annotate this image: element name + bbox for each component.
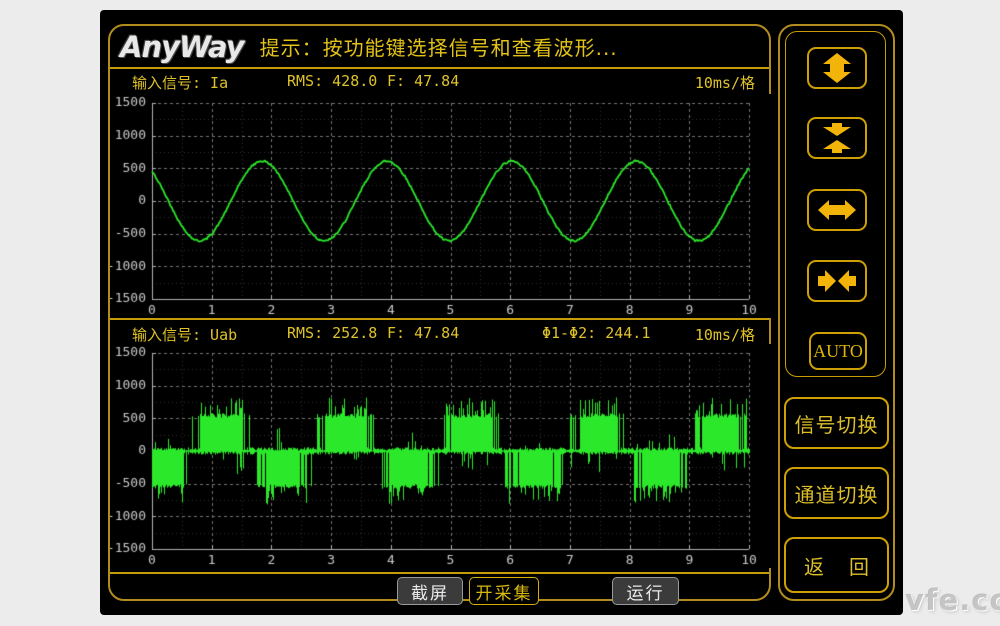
run-button[interactable]: 运行 [612,577,679,605]
back-label-right: 回 [849,551,869,580]
signal-info-top: 输入信号: Ia RMS: 428.0 F: 47.84 10ms/格 [110,68,769,94]
rms-value-label: RMS: 252.8 [287,324,377,342]
vertical-expand-button[interactable] [807,47,867,89]
prompt-message: 提示：按功能键选择信号和查看波形... [260,32,618,61]
signal-switch-button[interactable]: 信号切换 [784,397,889,449]
horizontal-compress-button[interactable] [807,260,867,302]
separator [110,572,769,574]
vertical-expand-icon [819,53,855,83]
start-acquisition-button[interactable]: 开采集 [469,577,539,605]
watermark: vfe.cc [905,583,1000,617]
brand-logo: AnyWay [120,30,244,64]
channel-switch-button[interactable]: 通道切换 [784,467,889,519]
vertical-compress-icon [819,123,855,153]
frequency-label: F: 47.84 [387,324,459,342]
horizontal-expand-icon [818,197,856,223]
analyzer-device-frame: AnyWay 提示：按功能键选择信号和查看波形... 输入信号: Ia RMS:… [100,10,903,615]
signal-name-label: 输入信号: Ia [132,72,228,93]
function-key-panel: AUTO 信号切换 通道切换 返 回 [778,24,895,601]
frequency-label: F: 47.84 [387,72,459,90]
horizontal-expand-button[interactable] [807,189,867,231]
signal-name-label: 输入信号: Uab [132,324,237,345]
timebase-label: 10ms/格 [695,72,755,93]
waveform-canvas-voltage [110,344,773,568]
back-label-left: 返 [804,551,824,580]
waveform-canvas-current [110,94,773,318]
phase-diff-label: Φ1-Φ2: 244.1 [542,324,650,342]
signal-info-bottom: 输入信号: Uab RMS: 252.8 F: 47.84 Φ1-Φ2: 244… [110,320,769,346]
auto-button[interactable]: AUTO [809,332,867,370]
rms-value-label: RMS: 428.0 [287,72,377,90]
main-screen: AnyWay 提示：按功能键选择信号和查看波形... 输入信号: Ia RMS:… [108,24,771,601]
screenshot-button[interactable]: 截屏 [397,577,463,605]
timebase-label: 10ms/格 [695,324,755,345]
vertical-compress-button[interactable] [807,117,867,159]
back-button[interactable]: 返 回 [784,537,889,593]
horizontal-compress-icon [818,268,856,294]
header-bar: AnyWay 提示：按功能键选择信号和查看波形... [110,26,769,67]
